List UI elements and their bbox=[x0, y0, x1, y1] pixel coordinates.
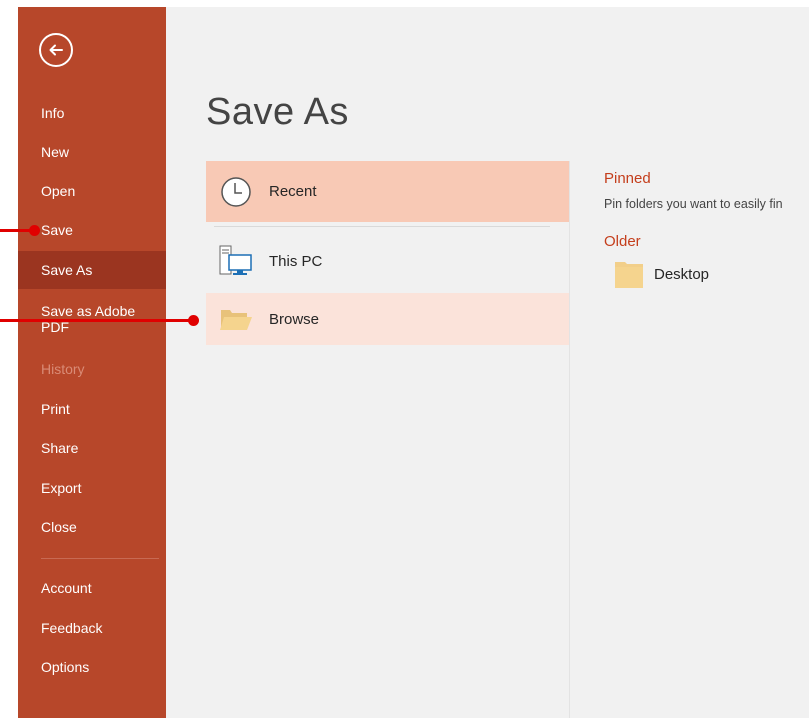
back-arrow-icon bbox=[49, 44, 63, 56]
older-folder-desktop-label: Desktop bbox=[654, 265, 710, 283]
older-heading: Older bbox=[604, 233, 641, 250]
clock-icon bbox=[221, 176, 251, 207]
nav-print[interactable]: Print bbox=[18, 390, 166, 428]
nav-save-as[interactable]: Save As bbox=[18, 251, 166, 289]
save-as-panel: Save As Recent This PC Browse Pinned Pin… bbox=[166, 7, 809, 718]
location-this-pc[interactable]: This PC bbox=[206, 235, 569, 287]
nav-new[interactable]: New bbox=[18, 133, 166, 171]
location-recent-label: Recent bbox=[269, 183, 317, 200]
folder-open-icon bbox=[220, 310, 252, 330]
nav-account[interactable]: Account bbox=[18, 569, 166, 607]
nav-info[interactable]: Info bbox=[18, 94, 166, 132]
pinned-description: Pin folders you want to easily fin bbox=[604, 197, 783, 211]
location-recent[interactable]: Recent bbox=[206, 161, 569, 222]
annotation-dot-browse bbox=[188, 315, 199, 326]
pinned-heading: Pinned bbox=[604, 170, 651, 187]
sidebar-divider bbox=[41, 558, 159, 559]
nav-save-as-adobe-pdf-line1: Save as Adobe bbox=[41, 303, 136, 319]
nav-feedback[interactable]: Feedback bbox=[18, 609, 166, 647]
recent-divider bbox=[214, 226, 550, 227]
nav-share[interactable]: Share bbox=[18, 429, 166, 467]
back-button[interactable] bbox=[39, 33, 73, 67]
nav-history: History bbox=[41, 361, 85, 377]
location-this-pc-label: This PC bbox=[269, 252, 323, 270]
nav-options[interactable]: Options bbox=[18, 648, 166, 686]
computer-icon bbox=[219, 245, 252, 275]
nav-save[interactable]: Save bbox=[18, 211, 166, 249]
nav-export[interactable]: Export bbox=[18, 469, 166, 507]
older-folder-desktop[interactable]: Desktop bbox=[614, 258, 709, 290]
location-browse-label: Browse bbox=[269, 310, 320, 328]
nav-open[interactable]: Open bbox=[18, 172, 166, 210]
folder-icon bbox=[615, 262, 643, 288]
annotation-line-browse bbox=[0, 319, 193, 322]
location-browse[interactable]: Browse bbox=[206, 293, 569, 345]
page-title: Save As bbox=[206, 91, 349, 133]
annotation-dot-save bbox=[29, 225, 40, 236]
backstage-sidebar: Info New Open Save Save As Save as Adobe… bbox=[18, 7, 166, 718]
nav-close[interactable]: Close bbox=[18, 508, 166, 546]
column-divider bbox=[569, 161, 570, 718]
